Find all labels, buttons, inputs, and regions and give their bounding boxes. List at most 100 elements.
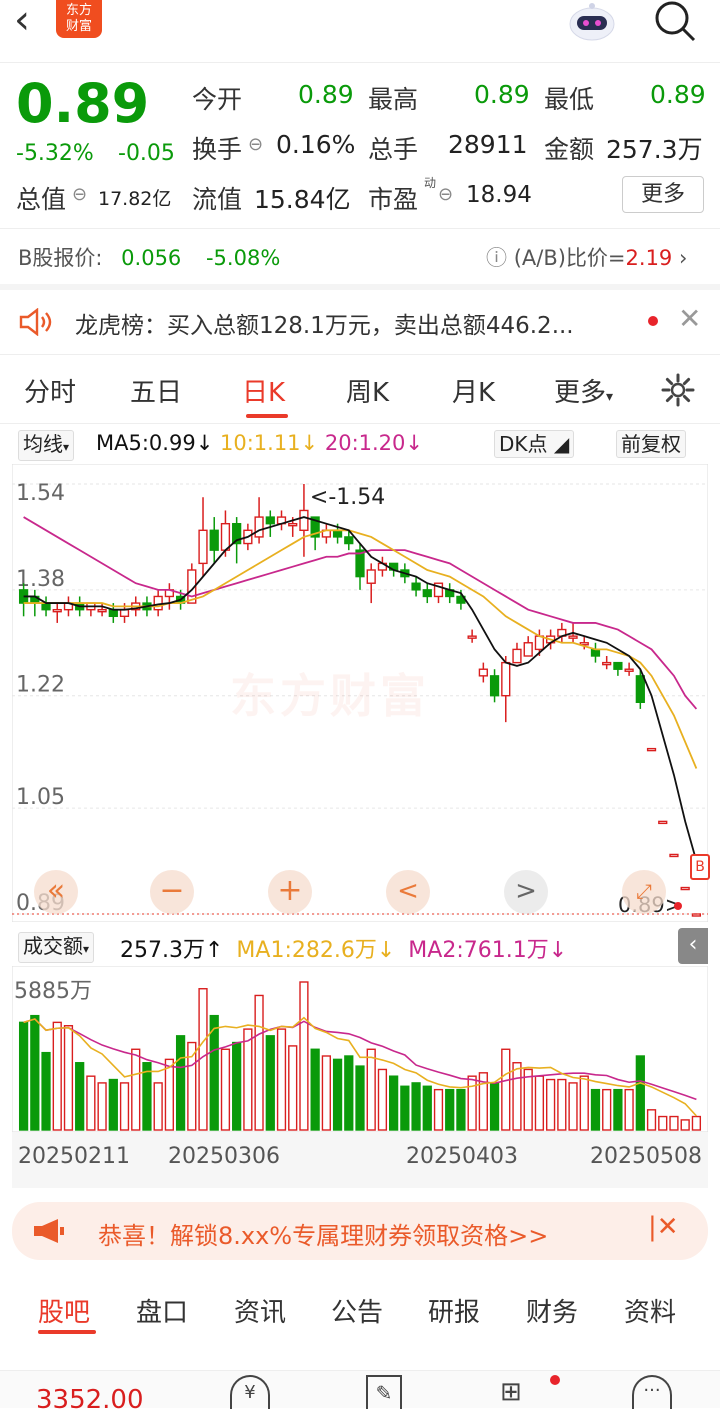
index-value[interactable]: 3352.00 — [36, 1385, 144, 1415]
settings-gear-icon[interactable] — [660, 372, 696, 408]
tab-forum[interactable]: 股吧 — [38, 1292, 90, 1329]
back-icon[interactable]: ‹ — [14, 0, 30, 40]
candle-body — [265, 516, 275, 525]
volume-bar — [288, 1045, 298, 1131]
candle-body — [501, 661, 511, 697]
tab-announcements[interactable]: 公告 — [331, 1292, 383, 1329]
volume-bar — [624, 1088, 634, 1131]
current-price: 0.89 — [16, 72, 150, 135]
info-icon[interactable]: ⊖ — [438, 184, 453, 205]
tab-profile[interactable]: 资料 — [624, 1292, 676, 1329]
volume-bar — [422, 1085, 432, 1131]
volume-bar — [658, 1115, 668, 1131]
close-icon[interactable]: |✕ — [648, 1212, 679, 1242]
tab-intraday[interactable]: 分时 — [24, 372, 76, 409]
rewind-button[interactable]: « — [34, 870, 78, 914]
info-icon[interactable]: ⊖ — [248, 134, 263, 155]
bottom-toolbar: 3352.00 ¥ ✎ ⊞ ··· — [0, 1370, 720, 1415]
arrow-down-icon: ↓ — [376, 938, 396, 963]
turnover-label: 换手 — [192, 135, 243, 164]
tab-orderbook[interactable]: 盘口 — [136, 1292, 188, 1329]
volume-bar — [119, 1082, 130, 1131]
change-percent: -5.32% — [16, 141, 94, 166]
comment-icon[interactable]: ··· — [632, 1375, 672, 1409]
search-icon[interactable] — [650, 0, 698, 44]
active-tab-indicator — [246, 414, 288, 418]
collapse-panel-button[interactable]: ‹ — [678, 928, 708, 964]
volume-bar — [86, 1075, 96, 1131]
pe-value: 18.94 — [466, 182, 532, 208]
b-share-price: 0.056 — [121, 246, 182, 270]
volume-bar — [310, 1048, 320, 1131]
zoom-in-button[interactable]: + — [268, 870, 312, 914]
volume-bar — [299, 981, 309, 1131]
close-icon[interactable]: ✕ — [678, 302, 701, 335]
tab-more[interactable]: 更多▾ — [554, 372, 613, 409]
ab-ratio-row[interactable]: ⓘ (A/B)比价=2.19 › — [486, 242, 687, 272]
volume-bar — [568, 1082, 578, 1131]
trade-icon[interactable]: ¥ — [230, 1375, 270, 1409]
prev-button[interactable]: < — [386, 870, 430, 914]
candle-body — [422, 589, 432, 598]
volume-bar — [389, 1075, 399, 1131]
arrow-down-icon: ↓ — [548, 938, 568, 963]
volume-bar — [602, 1088, 612, 1131]
tab-news[interactable]: 资讯 — [234, 1292, 286, 1329]
notice-text: 龙虎榜：买入总额128.1万元，卖出总额446.2... — [75, 313, 574, 339]
volume-bar — [175, 1035, 186, 1131]
tab-five-day[interactable]: 五日 — [130, 372, 182, 409]
volume-bar — [635, 1055, 645, 1131]
candle-body — [198, 529, 208, 565]
candle-body — [153, 595, 163, 611]
zoom-out-button[interactable]: − — [150, 870, 194, 914]
volume-bar — [75, 1062, 85, 1131]
robot-assistant-icon[interactable] — [565, 0, 619, 44]
more-button[interactable]: 更多 — [622, 176, 704, 213]
tab-research[interactable]: 研报 — [428, 1292, 480, 1329]
apps-icon[interactable]: ⊞ — [500, 1377, 522, 1407]
buy-sell-marker[interactable]: B — [690, 854, 710, 880]
notice-banner[interactable]: 龙虎榜：买入总额128.1万元，卖出总额446.2... ✕ — [0, 290, 720, 354]
promo-banner[interactable]: 恭喜！解锁8.xx%专属理财券领取资格>> |✕ — [12, 1202, 708, 1260]
tab-monthly-k[interactable]: 月K — [452, 372, 495, 409]
ma-values: MA5:0.99↓ 10:1.11↓ 20:1.20↓ — [96, 431, 423, 455]
float-label: 流值 — [192, 185, 243, 214]
candle-body — [489, 675, 500, 697]
promo-text: 恭喜！解锁8.xx%专属理财券领取资格>> — [98, 1222, 549, 1250]
dk-point-button[interactable]: DK点 ◢ — [494, 430, 575, 458]
caret-down-icon: ▾ — [83, 942, 90, 956]
volume-bar — [445, 1088, 455, 1131]
volume-selector[interactable]: 成交额▾ — [18, 932, 95, 963]
y-tick-label: 1.05 — [16, 785, 65, 810]
volume-bar — [220, 1048, 231, 1131]
volume-bar — [646, 1109, 657, 1131]
chevron-right-icon: › — [678, 246, 688, 270]
b-share-row[interactable]: B股报价: 0.056 -5.08% — [18, 242, 280, 272]
volume-label: 总手 — [368, 135, 419, 164]
help-icon[interactable]: ⓘ — [486, 246, 507, 270]
turnover-value: 0.16% — [276, 130, 356, 159]
volume-bar — [344, 1055, 354, 1131]
candle-body — [288, 522, 298, 527]
fullscreen-icon[interactable]: ⤢ — [622, 870, 666, 914]
volume-value: 28911 — [448, 130, 528, 159]
volume-bar — [321, 1055, 331, 1131]
arrow-down-icon: ↓ — [405, 431, 424, 455]
tab-daily-k[interactable]: 日K — [242, 372, 285, 409]
info-icon[interactable]: ⊖ — [72, 184, 87, 205]
volume-chart[interactable]: 5885万 — [12, 966, 708, 1132]
volume-bar — [63, 1025, 74, 1131]
next-button[interactable]: > — [504, 870, 548, 914]
tab-weekly-k[interactable]: 周K — [346, 372, 389, 409]
tab-financials[interactable]: 财务 — [526, 1292, 578, 1329]
volume-bar — [41, 1051, 51, 1131]
volume-max-label: 5885万 — [14, 979, 92, 1004]
ma-selector[interactable]: 均线▾ — [18, 430, 75, 461]
candle-body — [568, 635, 578, 639]
adjust-button[interactable]: 前复权 — [616, 430, 686, 458]
edit-icon[interactable]: ✎ — [366, 1375, 402, 1409]
mktcap-label: 总值 — [16, 185, 67, 214]
date-axis: 20250211 20250306 20250403 20250508 — [12, 1132, 708, 1188]
volume-bar — [276, 1028, 287, 1131]
candle-body — [658, 820, 668, 825]
